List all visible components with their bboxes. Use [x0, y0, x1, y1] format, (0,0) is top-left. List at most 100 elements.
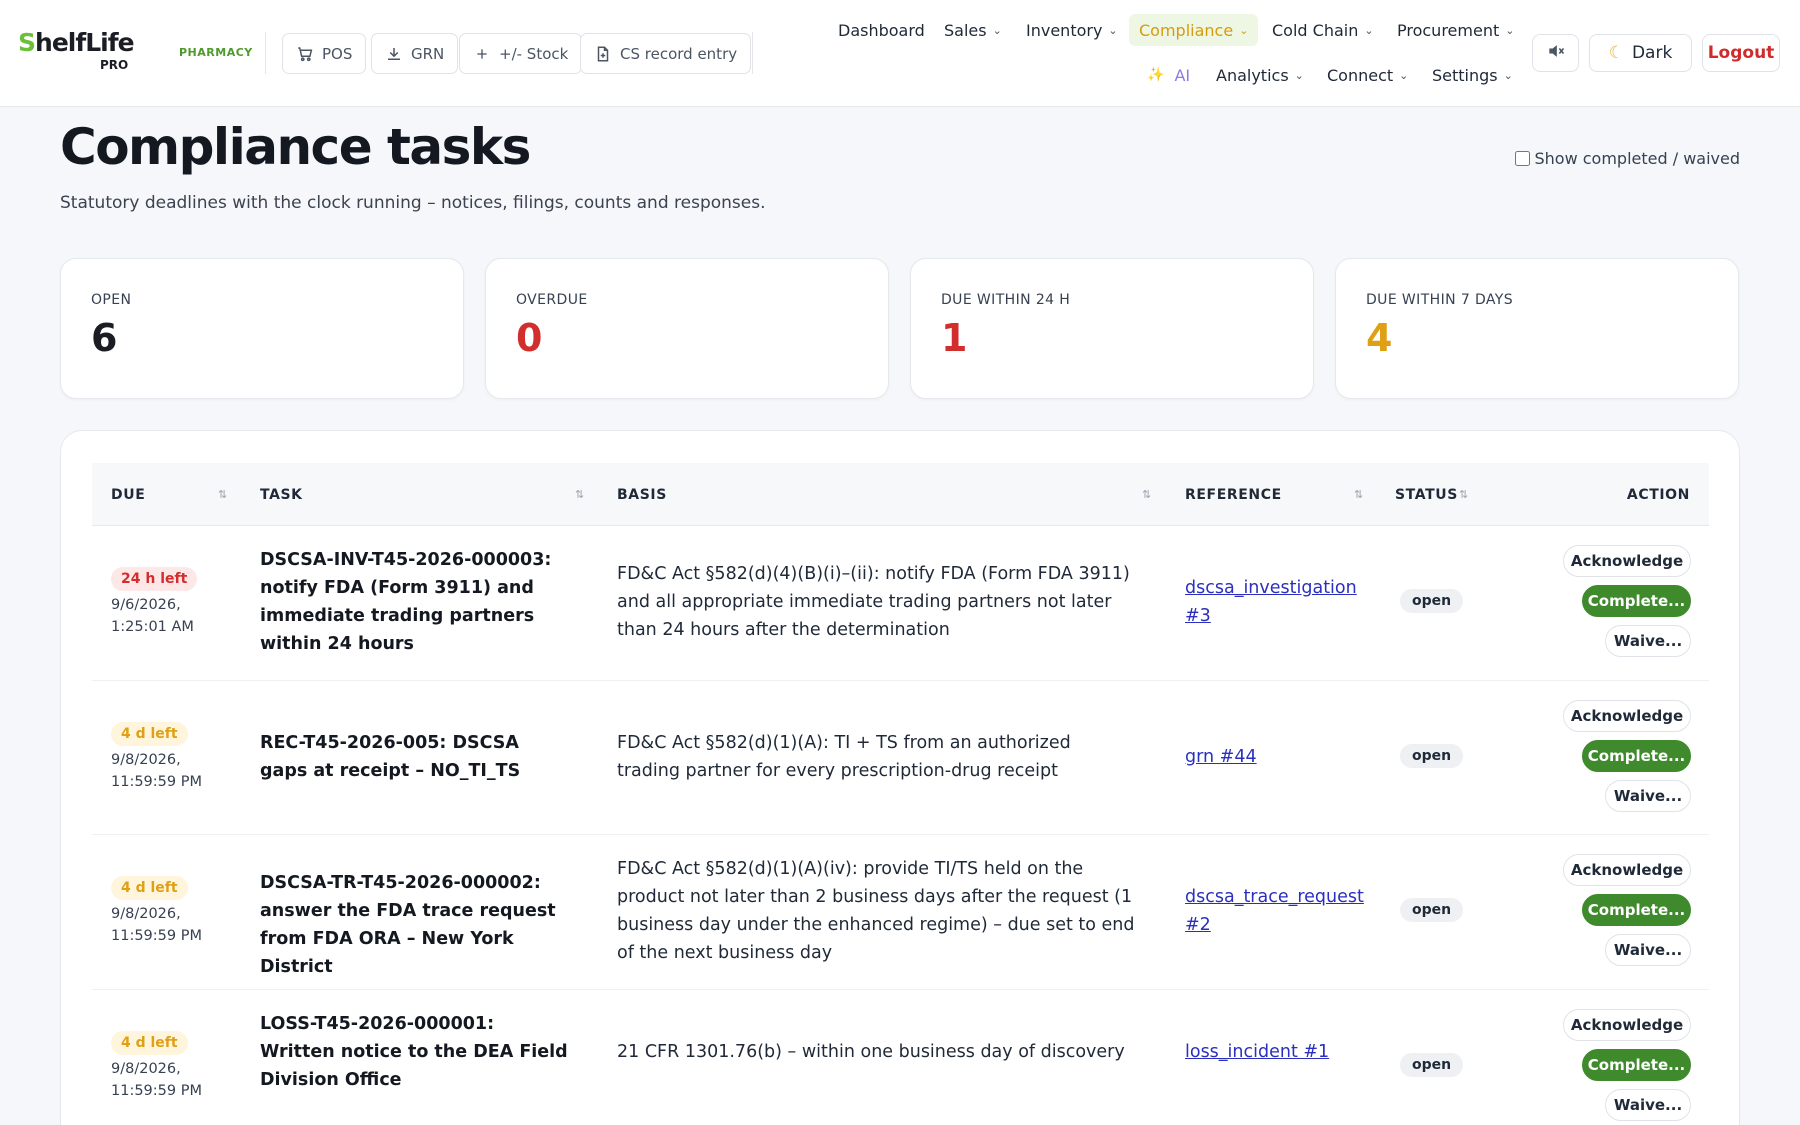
cs-record-entry-button[interactable]: CS record entry — [580, 33, 752, 74]
due-countdown-badge: 4 d left — [111, 1031, 188, 1055]
complete-button[interactable]: Complete... — [1582, 894, 1691, 926]
sparkle-icon: ✨ — [1147, 67, 1165, 83]
shelflife-logo[interactable]: ShelfLife PRO — [18, 28, 135, 72]
document-icon — [594, 45, 612, 63]
adjust-stock-label: +/- Stock — [499, 44, 569, 63]
plus-icon — [473, 45, 491, 63]
chevron-down-icon: ⌄ — [1399, 68, 1409, 82]
status-badge: open — [1400, 744, 1464, 768]
dark-mode-toggle[interactable]: ☾ Dark — [1589, 34, 1692, 72]
divider — [752, 32, 753, 74]
column-header-action: ACTION — [1626, 486, 1690, 503]
nav-inventory[interactable]: Inventory ⌄ — [1026, 14, 1118, 46]
table-row: 24 h left 9/6/2026, 1:25:01 AM DSCSA-INV-… — [92, 526, 1709, 681]
sort-icon[interactable]: ⇅ — [1142, 463, 1151, 526]
sort-icon[interactable]: ⇅ — [218, 463, 227, 526]
logo-pro-label: PRO — [100, 58, 129, 72]
sort-icon[interactable]: ⇅ — [575, 463, 584, 526]
due-date: 9/8/2026, 11:59:59 PM — [111, 1061, 202, 1099]
cs-record-entry-label: CS record entry — [620, 44, 738, 63]
top-navigation-bar: ShelfLife PRO PHARMACY POS GRN +/- Stock… — [0, 0, 1800, 107]
task-title: REC-T45-2026-005: DSCSA gaps at receipt … — [260, 733, 521, 781]
task-basis: 21 CFR 1301.76(b) – within one business … — [617, 1042, 1125, 1062]
nav-settings[interactable]: Settings ⌄ — [1432, 59, 1513, 91]
chevron-down-icon: ⌄ — [992, 23, 1002, 37]
complete-button[interactable]: Complete... — [1582, 1049, 1691, 1081]
acknowledge-button[interactable]: Acknowledge — [1563, 700, 1691, 732]
grn-label: GRN — [411, 44, 445, 63]
task-basis: FD&C Act §582(d)(1)(A): TI + TS from an … — [617, 733, 1071, 781]
status-badge: open — [1400, 589, 1464, 613]
due-date: 9/8/2026, 11:59:59 PM — [111, 906, 202, 944]
grn-button[interactable]: GRN — [371, 33, 459, 74]
table-row: 4 d left 9/8/2026, 11:59:59 PM REC-T45-20… — [92, 681, 1709, 835]
waive-button[interactable]: Waive... — [1605, 1089, 1691, 1121]
page-title: Compliance tasks — [60, 118, 531, 176]
column-header-basis[interactable]: BASIS — [617, 463, 667, 526]
waive-button[interactable]: Waive... — [1605, 780, 1691, 812]
download-icon — [385, 45, 403, 63]
due-date: 9/6/2026, 1:25:01 AM — [111, 597, 194, 635]
logout-button[interactable]: Logout — [1702, 34, 1780, 72]
reference-link[interactable]: loss_incident #1 — [1185, 1038, 1360, 1066]
complete-button[interactable]: Complete... — [1582, 585, 1691, 617]
due-countdown-badge: 4 d left — [111, 876, 188, 900]
stat-card-open: OPEN 6 — [60, 258, 464, 399]
chevron-down-icon: ⌄ — [1505, 23, 1515, 37]
stat-card-due-7d: DUE WITHIN 7 DAYS 4 — [1335, 258, 1739, 399]
chevron-down-icon: ⌄ — [1239, 23, 1249, 37]
cart-icon — [296, 45, 314, 63]
column-header-status[interactable]: STATUS — [1395, 463, 1458, 526]
acknowledge-button[interactable]: Acknowledge — [1563, 545, 1691, 577]
logo-wordmark: ShelfLife — [18, 28, 135, 57]
nav-analytics[interactable]: Analytics ⌄ — [1216, 59, 1304, 91]
stat-label: DUE WITHIN 24 H — [941, 292, 1071, 308]
speaker-muted-icon — [1546, 41, 1566, 66]
column-header-due[interactable]: DUE — [111, 463, 145, 526]
nav-procurement[interactable]: Procurement ⌄ — [1397, 14, 1514, 46]
due-countdown-badge: 4 d left — [111, 722, 188, 746]
stat-value: 0 — [516, 316, 543, 360]
sort-icon[interactable]: ⇅ — [1354, 463, 1363, 526]
stat-value: 4 — [1366, 316, 1393, 360]
acknowledge-button[interactable]: Acknowledge — [1563, 854, 1691, 886]
chevron-down-icon: ⌄ — [1108, 23, 1118, 37]
dark-mode-label: Dark — [1631, 43, 1673, 63]
status-badge: open — [1400, 1053, 1464, 1077]
nav-compliance[interactable]: Compliance ⌄ — [1129, 14, 1259, 46]
reference-link[interactable]: dscsa_trace_request #2 — [1185, 883, 1364, 939]
pos-label: POS — [322, 44, 353, 63]
adjust-stock-button[interactable]: +/- Stock — [459, 33, 583, 74]
table-header: DUE ⇅ TASK ⇅ BASIS ⇅ REFERENCE ⇅ STATUS … — [92, 463, 1709, 526]
page-subtitle: Statutory deadlines with the clock runni… — [60, 193, 766, 213]
reference-link[interactable]: dscsa_investigation #3 — [1185, 574, 1360, 630]
sound-toggle-button[interactable] — [1532, 34, 1579, 72]
complete-button[interactable]: Complete... — [1582, 740, 1691, 772]
waive-button[interactable]: Waive... — [1605, 625, 1691, 657]
table-row: 4 d left 9/8/2026, 11:59:59 PM DSCSA-TR-T… — [92, 835, 1709, 990]
chevron-down-icon: ⌄ — [1503, 68, 1513, 82]
nav-connect[interactable]: Connect ⌄ — [1327, 59, 1408, 91]
chevron-down-icon: ⌄ — [1364, 23, 1374, 37]
nav-cold-chain[interactable]: Cold Chain ⌄ — [1272, 14, 1374, 46]
task-basis: FD&C Act §582(d)(4)(B)(i)–(ii): notify F… — [617, 564, 1130, 640]
nav-ai[interactable]: ✨ AI — [1147, 59, 1190, 91]
chevron-down-icon: ⌄ — [1294, 68, 1304, 82]
show-completed-checkbox[interactable] — [1515, 151, 1531, 166]
task-title: DSCSA-INV-T45-2026-000003: notify FDA (F… — [260, 550, 552, 654]
nav-sales[interactable]: Sales ⌄ — [944, 14, 1002, 46]
stat-label: DUE WITHIN 7 DAYS — [1366, 292, 1514, 308]
column-header-reference[interactable]: REFERENCE — [1185, 463, 1282, 526]
task-basis: FD&C Act §582(d)(1)(A)(iv): provide TI/T… — [617, 859, 1135, 963]
acknowledge-button[interactable]: Acknowledge — [1563, 1009, 1691, 1041]
reference-link[interactable]: grn #44 — [1185, 743, 1360, 771]
show-completed-toggle[interactable]: Show completed / waived — [1515, 149, 1740, 168]
sort-icon[interactable]: ⇅ — [1459, 463, 1468, 526]
nav-dashboard[interactable]: Dashboard — [838, 14, 925, 46]
task-title: DSCSA-TR-T45-2026-000002: answer the FDA… — [260, 873, 556, 977]
waive-button[interactable]: Waive... — [1605, 934, 1691, 966]
pos-button[interactable]: POS — [282, 33, 367, 74]
stat-card-due-24h: DUE WITHIN 24 H 1 — [910, 258, 1314, 399]
column-header-task[interactable]: TASK — [260, 463, 303, 526]
compliance-tasks-table: DUE ⇅ TASK ⇅ BASIS ⇅ REFERENCE ⇅ STATUS … — [60, 430, 1740, 1125]
